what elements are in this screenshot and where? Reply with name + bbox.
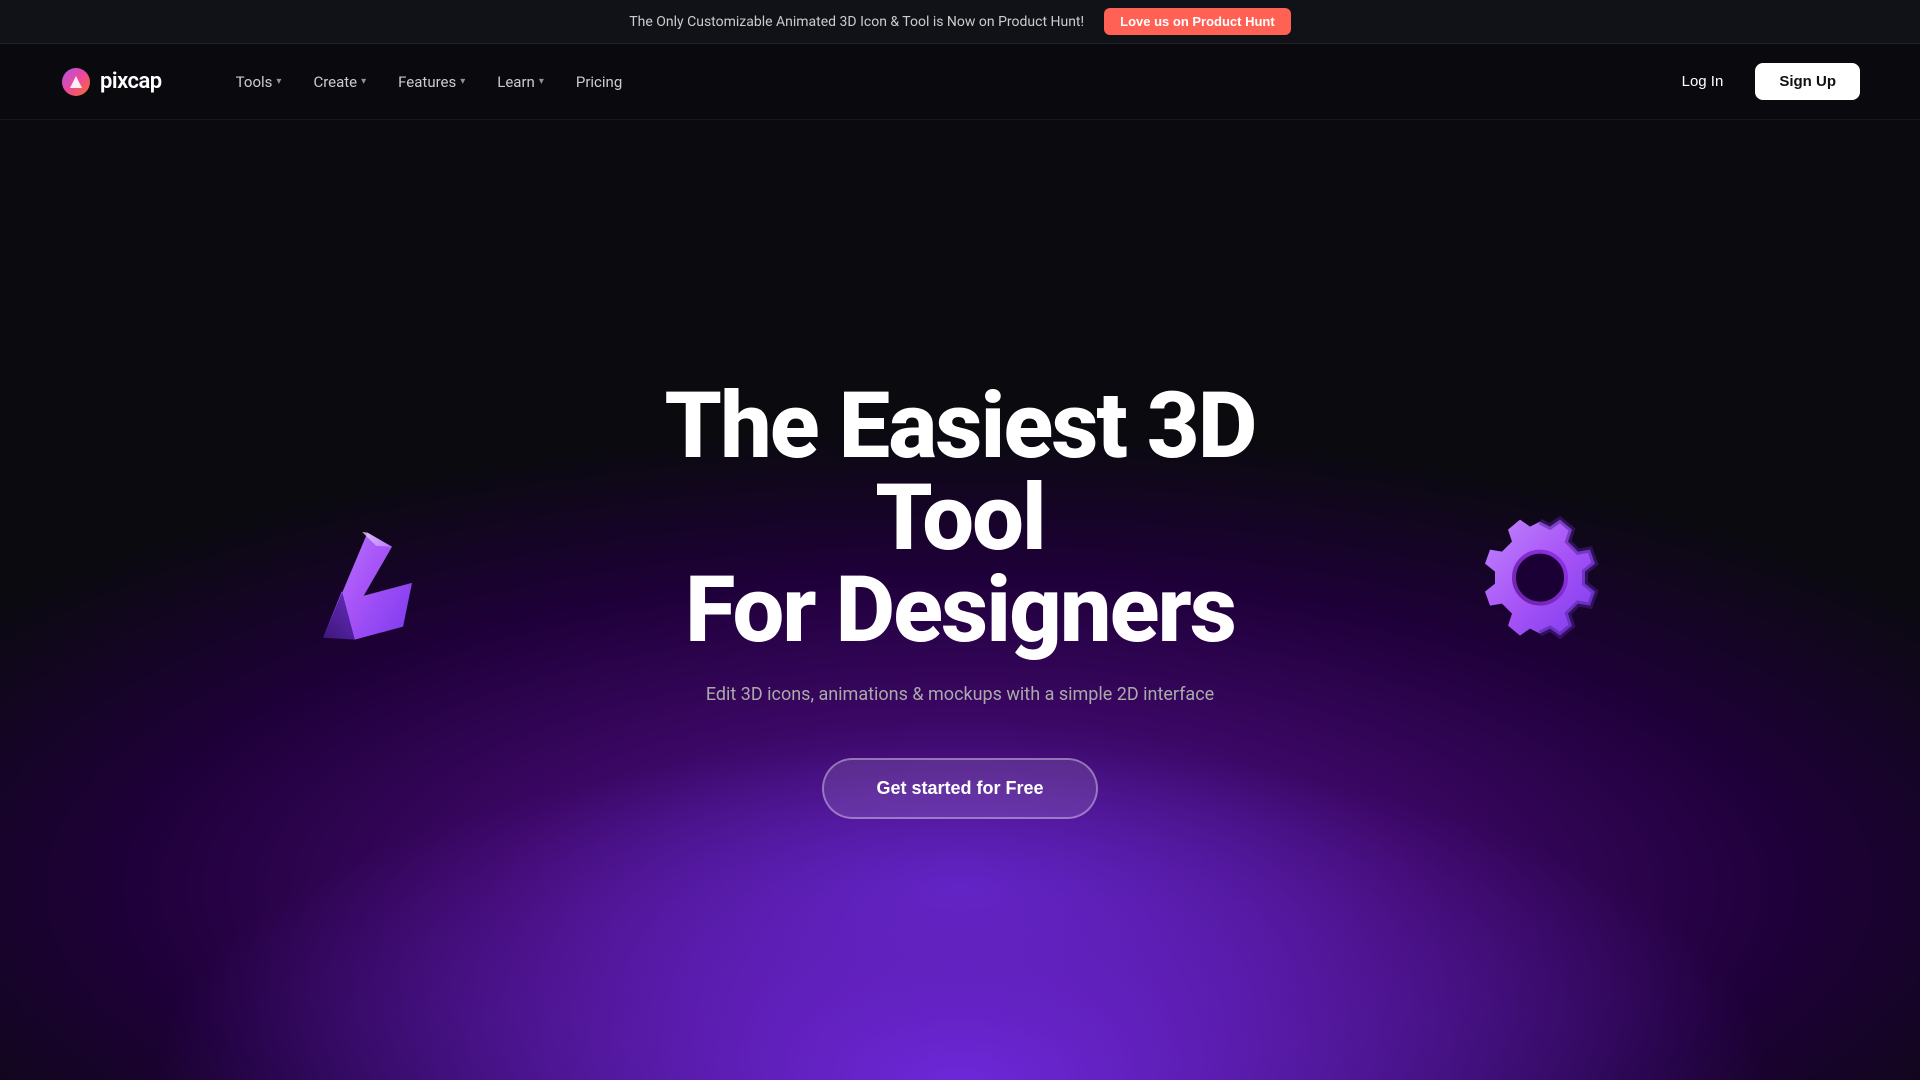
3d-gear-icon (1460, 502, 1620, 662)
nav-item-tools[interactable]: Tools ▾ (222, 65, 296, 99)
nav-actions: Log In Sign Up (1666, 63, 1860, 100)
login-button[interactable]: Log In (1666, 65, 1740, 98)
banner-text: The Only Customizable Animated 3D Icon &… (629, 14, 1084, 30)
logo-icon (60, 66, 92, 98)
hero-content: The Easiest 3D Tool For Designers Edit 3… (585, 381, 1335, 819)
hero-section: The Easiest 3D Tool For Designers Edit 3… (0, 120, 1920, 1080)
top-banner: The Only Customizable Animated 3D Icon &… (0, 0, 1920, 44)
deco-gear-right (1460, 502, 1620, 666)
nav-item-learn[interactable]: Learn ▾ (483, 65, 558, 99)
nav-item-features[interactable]: Features ▾ (384, 65, 479, 99)
hero-title: The Easiest 3D Tool For Designers (585, 381, 1335, 657)
product-hunt-button[interactable]: Love us on Product Hunt (1104, 8, 1291, 35)
3d-arrow-icon (280, 508, 430, 658)
chevron-down-icon: ▾ (276, 76, 281, 87)
nav-item-pricing[interactable]: Pricing (562, 65, 636, 99)
cta-button[interactable]: Get started for Free (822, 758, 1097, 819)
hero-subtitle: Edit 3D icons, animations & mockups with… (585, 681, 1335, 710)
nav-item-create[interactable]: Create ▾ (299, 65, 380, 99)
signup-button[interactable]: Sign Up (1755, 63, 1860, 100)
deco-arrow-left (280, 508, 430, 662)
chevron-down-icon: ▾ (460, 76, 465, 87)
nav-links: Tools ▾ Create ▾ Features ▾ Learn ▾ Pric… (222, 65, 1626, 99)
chevron-down-icon: ▾ (539, 76, 544, 87)
chevron-down-icon: ▾ (361, 76, 366, 87)
navbar: pixcap Tools ▾ Create ▾ Features ▾ Learn… (0, 44, 1920, 120)
logo[interactable]: pixcap (60, 66, 162, 98)
logo-text: pixcap (100, 69, 162, 94)
